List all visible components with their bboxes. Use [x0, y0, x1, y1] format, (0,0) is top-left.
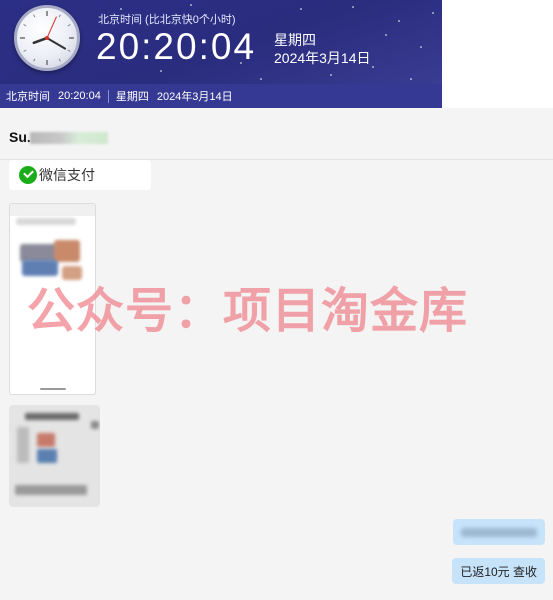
redacted-content [37, 449, 57, 463]
star-decoration [385, 34, 387, 36]
clock-tick [67, 49, 71, 52]
analog-clock-icon [14, 5, 80, 71]
clock-tick [33, 58, 36, 62]
status-date: 2024年3月14日 [156, 91, 233, 103]
weekday-label: 星期四 [274, 32, 316, 48]
wechat-pay-icon [19, 166, 37, 184]
star-decoration [190, 4, 192, 6]
clock-tick [58, 58, 61, 62]
outgoing-message-redacted[interactable] [453, 519, 545, 545]
star-decoration [260, 78, 262, 80]
thumb-home-indicator [40, 388, 66, 390]
outgoing-message[interactable]: 已返10元 查收 [452, 558, 545, 584]
chat-window: Su. 微信支付 已返10元 查收 [0, 108, 553, 600]
contact-name-redacted [30, 132, 108, 144]
contact-name[interactable]: Su. [9, 129, 31, 145]
status-weekday: 星期四 [115, 91, 149, 103]
clock-widget: 北京时间 (比北京快0个小时) 20:20:04 星期四 2024年3月14日 [0, 0, 442, 84]
wechat-pay-label: 微信支付 [39, 167, 95, 183]
clock-tick [33, 14, 36, 18]
timezone-label: 北京时间 (比北京快0个小时) [98, 14, 236, 26]
clock-second-hand [46, 16, 57, 39]
star-decoration [160, 70, 162, 72]
redacted-content [22, 260, 58, 276]
star-decoration [330, 74, 332, 76]
redacted-content [16, 218, 76, 225]
clock-tick [58, 14, 61, 18]
clock-minute-hand [46, 37, 67, 50]
chat-header: Su. [0, 108, 553, 160]
redacted-text [461, 527, 537, 537]
digital-time: 20:20:04 [96, 26, 257, 67]
status-timezone-label: 北京时间 [6, 91, 50, 103]
thumb-status-bar [10, 204, 95, 216]
clock-tick [67, 24, 71, 27]
redacted-content [62, 266, 82, 280]
star-decoration [410, 78, 412, 80]
status-time: 20:20:04 [58, 90, 101, 102]
screenshot-image-message[interactable] [9, 405, 100, 507]
redacted-content [15, 485, 87, 495]
date-label: 2024年3月14日 [274, 50, 371, 66]
star-decoration [398, 20, 400, 22]
status-divider [107, 89, 109, 103]
screenshot-image-message[interactable] [9, 203, 96, 395]
redacted-content [37, 433, 55, 447]
star-decoration [372, 66, 374, 68]
redacted-content [91, 421, 99, 429]
clock-hour-hand [32, 36, 49, 45]
redacted-content [25, 413, 79, 420]
star-decoration [432, 12, 434, 14]
star-decoration [352, 6, 354, 8]
star-decoration [120, 8, 122, 10]
wechat-pay-card[interactable]: 微信支付 [9, 160, 151, 190]
star-decoration [300, 8, 302, 10]
clock-tick [23, 24, 27, 27]
star-decoration [420, 46, 422, 48]
redacted-content [54, 240, 80, 262]
clock-tick [23, 49, 27, 52]
clock-status-bar: 北京时间 20:20:04 星期四 2024年3月14日 [0, 84, 442, 108]
redacted-content [17, 427, 29, 463]
